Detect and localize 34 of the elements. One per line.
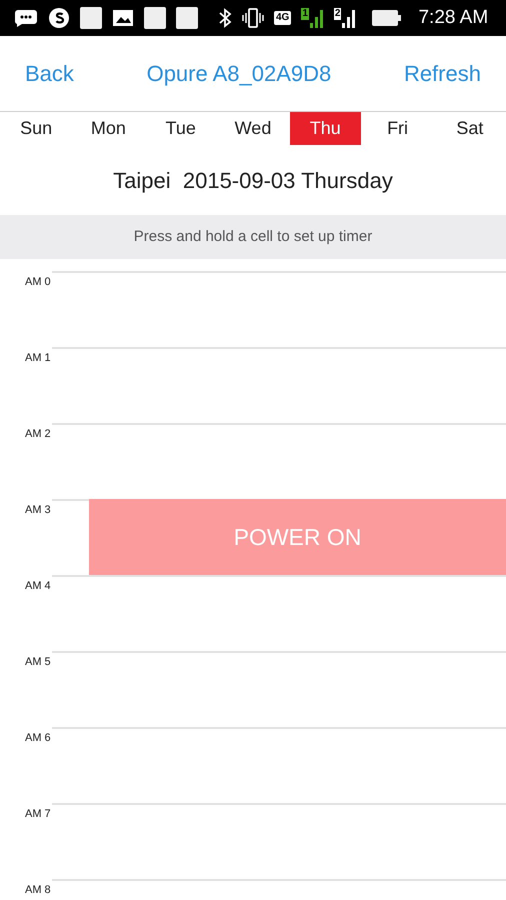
bluetooth-icon [218,8,232,28]
clock-time: 7:28 AM [418,6,488,30]
signal-icon [342,8,356,28]
image-icon [112,9,134,27]
chat-icon [14,9,38,27]
hour-label: AM 7 [25,807,51,822]
hour-label: AM 6 [25,731,51,746]
hour-label: AM 5 [25,655,51,670]
device-title: Opure A8_02A9D8 [146,60,332,88]
hour-label: AM 8 [25,883,51,898]
day-tab[interactable]: Mon [72,112,144,145]
signal-icon [310,8,324,28]
day-tab[interactable]: Sat [434,112,506,145]
day-tab[interactable]: Sun [0,112,72,145]
day-tab[interactable]: Thu [290,112,361,145]
date-line: Taipei 2015-09-03 Thursday [113,166,393,195]
hour-label: AM 1 [25,351,51,366]
day-tab[interactable]: Wed [217,112,288,145]
notification-icon [176,7,198,29]
network-type: 4G [274,11,292,25]
hour-label: AM 2 [25,427,51,442]
hour-label: AM 3 [25,503,51,518]
sim-number: 2 [334,8,342,20]
vibrate-icon [242,8,264,28]
day-tab[interactable]: Tue [145,112,216,145]
hour-label: AM 4 [25,579,51,594]
notification-icon [144,7,166,29]
battery-icon [372,10,402,26]
day-tab[interactable]: Fri [362,112,434,145]
s-logo-icon [48,7,70,29]
notification-icon [80,7,102,29]
hour-label: AM 0 [25,275,51,290]
sim-number: 1 [301,8,309,20]
hint-text: Press and hold a cell to set up timer [134,226,372,247]
